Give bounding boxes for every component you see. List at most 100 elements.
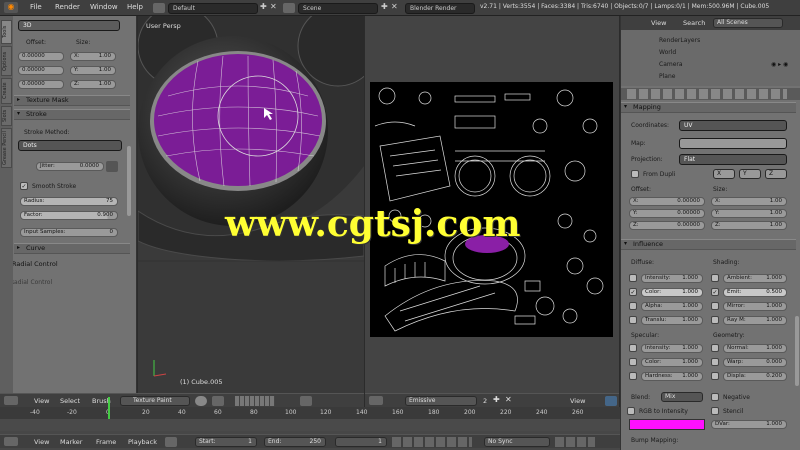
- uv-editor-type-icon[interactable]: [369, 396, 383, 405]
- tl-menu-view[interactable]: View: [34, 438, 49, 446]
- axis-y-dropdown[interactable]: Y: [739, 169, 761, 179]
- radius-field[interactable]: Radius: 75: [20, 197, 118, 206]
- image-selector[interactable]: Emissive: [405, 396, 477, 406]
- diffuse-translu-checkbox[interactable]: [629, 316, 637, 324]
- layout-icon[interactable]: [153, 3, 165, 13]
- outliner-item[interactable]: RenderLayers: [659, 37, 700, 44]
- vp-menu-view[interactable]: View: [34, 397, 49, 405]
- layout-add-icon[interactable]: ✚: [260, 2, 267, 11]
- prop-tab-icons[interactable]: [627, 89, 787, 99]
- specular-intensity-field[interactable]: Intensity: 1.000: [641, 344, 703, 353]
- shading-ambient-checkbox[interactable]: [711, 274, 719, 282]
- end-frame-field[interactable]: End: 250: [264, 437, 326, 447]
- timeline-body[interactable]: [0, 419, 620, 431]
- scene-selector[interactable]: Scene: [298, 3, 378, 14]
- brush-name-field[interactable]: 3D: [18, 20, 120, 31]
- render-engine-selector[interactable]: Blender Render: [405, 3, 475, 14]
- shading-mirror-field[interactable]: Mirror: 1.000: [723, 302, 787, 311]
- scrollbar[interactable]: [127, 146, 131, 216]
- mapping-panel[interactable]: Mapping: [621, 102, 796, 113]
- jitter-field[interactable]: Jitter: 0.0000: [36, 162, 104, 171]
- influence-panel[interactable]: Influence: [621, 239, 796, 250]
- input-samples-field[interactable]: Input Samples: 0: [20, 228, 118, 237]
- tab-tools[interactable]: Tools: [1, 20, 12, 44]
- timeline-ruler[interactable]: -40 -20 0 20 40 60 80 100 120 140 160 18…: [0, 397, 620, 421]
- specular-hardness-field[interactable]: Hardness: 1.000: [641, 372, 703, 381]
- diffuse-alpha-field[interactable]: Alpha: 1.000: [641, 302, 703, 311]
- layout-close-icon[interactable]: ✕: [270, 2, 277, 11]
- sync-dropdown[interactable]: No Sync: [484, 437, 550, 447]
- size-x-field[interactable]: X: 1.00: [711, 197, 787, 206]
- radial-control-panel[interactable]: Radial Control: [0, 260, 136, 271]
- rgb-to-intensity-checkbox[interactable]: [627, 407, 635, 415]
- menu-help[interactable]: Help: [127, 3, 143, 11]
- smooth-stroke-checkbox[interactable]: ✓: [20, 182, 28, 190]
- size-x-field[interactable]: X: 1.00: [70, 52, 116, 61]
- diffuse-translu-field[interactable]: Translu: 1.000: [641, 316, 703, 325]
- outliner-item[interactable]: World: [659, 49, 676, 56]
- render-icon[interactable]: [300, 396, 312, 406]
- blender-logo-icon[interactable]: ◉: [4, 2, 18, 13]
- visibility-icon[interactable]: ◉ ▸ ◉: [771, 61, 788, 68]
- diffuse-intensity-checkbox[interactable]: [629, 274, 637, 282]
- stencil-checkbox[interactable]: [711, 407, 719, 415]
- outliner-item[interactable]: Camera: [659, 61, 683, 68]
- axis-z-dropdown[interactable]: Z: [765, 169, 787, 179]
- factor-field[interactable]: Factor: 0.900: [20, 211, 118, 220]
- start-frame-field[interactable]: Start: 1: [195, 437, 257, 447]
- specular-color-checkbox[interactable]: [629, 358, 637, 366]
- offset-y-field[interactable]: 0.00000: [18, 66, 64, 75]
- stroke-panel[interactable]: Stroke: [14, 109, 130, 120]
- map-field[interactable]: [679, 138, 787, 149]
- diffuse-color-field[interactable]: Color: 1.000: [641, 288, 703, 297]
- image-close-icon[interactable]: ✕: [505, 395, 512, 404]
- pivot-icon[interactable]: [212, 396, 224, 406]
- scene-add-icon[interactable]: ✚: [381, 2, 388, 11]
- size-z-field[interactable]: Z: 1.00: [70, 80, 116, 89]
- texture-mask-panel[interactable]: Texture Mask: [14, 95, 130, 106]
- blend-dropdown[interactable]: Mix: [661, 392, 703, 402]
- coordinates-dropdown[interactable]: UV: [679, 120, 787, 131]
- editor-type-icon[interactable]: [4, 396, 18, 405]
- outliner-search[interactable]: Search: [683, 19, 705, 27]
- geometry-displace-field[interactable]: Displa: 0.200: [723, 372, 787, 381]
- keying-icon[interactable]: [555, 437, 595, 447]
- geometry-normal-field[interactable]: Normal: 1.000: [723, 344, 787, 353]
- mode-selector[interactable]: Texture Paint: [120, 396, 190, 406]
- vp-menu-select[interactable]: Select: [60, 397, 80, 405]
- outliner-view[interactable]: View: [651, 19, 666, 27]
- specular-color-field[interactable]: Color: 1.000: [641, 358, 703, 367]
- menu-render[interactable]: Render: [55, 3, 80, 11]
- shading-raymirror-checkbox[interactable]: [711, 316, 719, 324]
- dvar-field[interactable]: DVar: 1.000: [711, 420, 787, 429]
- offset-y-field[interactable]: Y: 0.00000: [629, 209, 705, 218]
- geometry-warp-field[interactable]: Warp: 0.000: [723, 358, 787, 367]
- offset-z-field[interactable]: Z: 0.00000: [629, 221, 705, 230]
- diffuse-alpha-checkbox[interactable]: [629, 302, 637, 310]
- uv-menu-view[interactable]: View: [570, 397, 585, 405]
- offset-z-field[interactable]: 0.00000: [18, 80, 64, 89]
- tab-options[interactable]: Options: [1, 46, 12, 76]
- menu-file[interactable]: File: [30, 3, 42, 11]
- diffuse-intensity-field[interactable]: Intensity: 1.000: [641, 274, 703, 283]
- playhead[interactable]: [108, 397, 110, 421]
- negative-checkbox[interactable]: [711, 393, 719, 401]
- properties-scrollbar[interactable]: [795, 316, 799, 386]
- offset-x-field[interactable]: X: 0.00000: [629, 197, 705, 206]
- pin-icon[interactable]: [605, 396, 617, 406]
- color-swatch[interactable]: [629, 419, 705, 430]
- specular-intensity-checkbox[interactable]: [629, 344, 637, 352]
- jitter-pressure-icon[interactable]: [106, 161, 118, 172]
- current-frame-field[interactable]: 1: [335, 437, 387, 447]
- shading-raymirror-field[interactable]: Ray M: 1.000: [723, 316, 787, 325]
- tl-menu-playback[interactable]: Playback: [128, 438, 157, 446]
- shading-icon[interactable]: [195, 396, 207, 406]
- geometry-normal-checkbox[interactable]: [711, 344, 719, 352]
- timeline[interactable]: -40 -20 0 20 40 60 80 100 120 140 160 18…: [0, 397, 620, 450]
- layers-icon[interactable]: [235, 396, 275, 406]
- tl-menu-marker[interactable]: Marker: [60, 438, 82, 446]
- layout-selector[interactable]: Default: [168, 3, 258, 14]
- size-y-field[interactable]: Y: 1.00: [711, 209, 787, 218]
- tl-menu-frame[interactable]: Frame: [96, 438, 116, 446]
- projection-dropdown[interactable]: Flat: [679, 154, 787, 165]
